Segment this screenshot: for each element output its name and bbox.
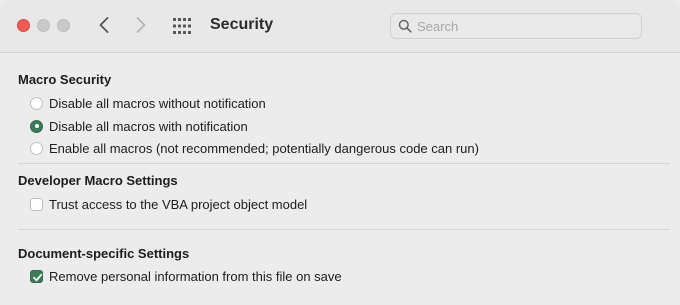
- search-icon: [398, 19, 412, 33]
- minimize-window-button[interactable]: [37, 19, 50, 32]
- maximize-window-button[interactable]: [57, 19, 70, 32]
- radio-disable-with-notification[interactable]: Disable all macros with notification: [30, 117, 248, 135]
- radio-button[interactable]: [30, 141, 43, 155]
- security-window: Security Macro Security Disable all macr…: [0, 0, 680, 305]
- checkmark-icon: [33, 273, 43, 281]
- show-all-button[interactable]: [172, 17, 192, 35]
- search-field[interactable]: [390, 13, 642, 39]
- macro-security-heading: Macro Security: [18, 72, 112, 87]
- radio-disable-without-notification[interactable]: Disable all macros without notification: [30, 94, 266, 112]
- checkbox-label: Trust access to the VBA project object m…: [49, 196, 308, 212]
- radio-button[interactable]: [30, 96, 43, 110]
- window-title: Security: [210, 16, 274, 33]
- radio-button-selected[interactable]: [30, 119, 43, 133]
- settings-content: Macro Security Disable all macros withou…: [0, 53, 680, 305]
- checkbox-checked[interactable]: [30, 269, 43, 283]
- app-grid-icon: [173, 18, 191, 34]
- search-input[interactable]: [417, 17, 635, 35]
- forward-button[interactable]: [129, 14, 151, 36]
- checkbox-trust-vba-access[interactable]: Trust access to the VBA project object m…: [30, 195, 307, 213]
- checkbox[interactable]: [30, 197, 43, 211]
- close-window-button[interactable]: [17, 19, 30, 32]
- chevron-left-icon: [99, 17, 109, 33]
- section-divider: [18, 229, 670, 230]
- developer-macro-settings-heading: Developer Macro Settings: [18, 173, 178, 188]
- checkbox-remove-personal-info[interactable]: Remove personal information from this fi…: [30, 267, 342, 285]
- checkbox-label: Remove personal information from this fi…: [49, 268, 342, 284]
- section-divider: [18, 163, 670, 164]
- radio-label: Disable all macros without notification: [49, 95, 266, 111]
- chevron-right-icon: [136, 17, 146, 33]
- title-bar: Security: [0, 0, 680, 53]
- document-specific-settings-heading: Document-specific Settings: [18, 246, 190, 261]
- radio-label: Disable all macros with notification: [49, 118, 248, 134]
- back-button[interactable]: [94, 14, 116, 36]
- radio-label: Enable all macros (not recommended; pote…: [49, 140, 479, 156]
- radio-enable-all-macros[interactable]: Enable all macros (not recommended; pote…: [30, 139, 479, 157]
